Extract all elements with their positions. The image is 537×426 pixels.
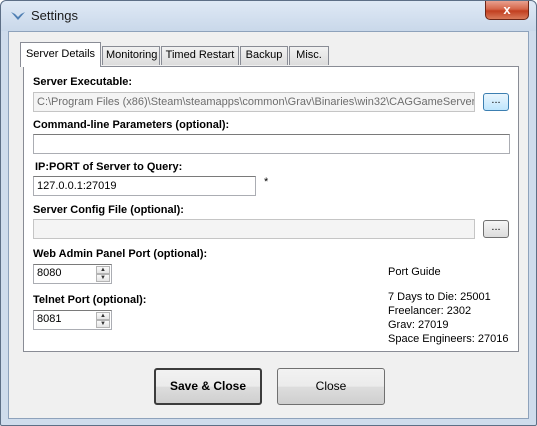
ipport-field[interactable]: 127.0.0.1:27019 — [33, 176, 256, 196]
port-guide-line: Space Engineers: 27016 — [388, 333, 509, 345]
spin-down-icon[interactable]: ▼ — [96, 320, 110, 328]
spin-up-icon[interactable]: ▲ — [96, 312, 110, 320]
save-close-button[interactable]: Save & Close — [154, 368, 262, 405]
telnet-port-value: 8081 — [37, 313, 62, 325]
tab-label: Monitoring — [106, 49, 158, 61]
close-icon: x — [503, 2, 511, 17]
config-browse-button[interactable]: ... — [483, 220, 509, 238]
tab-label: Backup — [245, 49, 283, 61]
server-details-panel: Server Executable: C:\Program Files (x86… — [23, 66, 519, 352]
port-guide-title: Port Guide — [388, 266, 441, 278]
config-label: Server Config File (optional): — [33, 204, 184, 216]
client-area: Server Details Monitoring Timed Restart … — [8, 31, 529, 419]
spin-up-icon[interactable]: ▲ — [96, 266, 110, 274]
tab-label: Server Details — [25, 48, 96, 60]
app-icon — [11, 12, 25, 20]
window-close-button[interactable]: x — [485, 1, 529, 20]
executable-label: Server Executable: — [33, 76, 133, 88]
tab-monitoring[interactable]: Monitoring — [102, 46, 160, 65]
port-guide-line: Freelancer: 2302 — [388, 305, 472, 317]
spin-down-icon[interactable]: ▼ — [96, 274, 110, 282]
webadmin-port-value: 8080 — [37, 267, 62, 279]
settings-window: Settings x Server Details Monitoring Tim… — [0, 0, 537, 426]
webadmin-port-stepper[interactable]: 8080 ▲ ▼ — [33, 264, 112, 284]
close-button[interactable]: Close — [277, 368, 385, 405]
port-guide-line: 7 Days to Die: 25001 — [388, 291, 491, 303]
tab-server-details[interactable]: Server Details — [20, 42, 101, 67]
telnet-port-stepper[interactable]: 8081 ▲ ▼ — [33, 310, 112, 330]
tab-label: Misc. — [296, 49, 322, 61]
telnet-label: Telnet Port (optional): — [33, 294, 147, 306]
executable-field[interactable]: C:\Program Files (x86)\Steam\steamapps\c… — [33, 92, 475, 112]
tab-label: Timed Restart — [165, 49, 235, 61]
required-marker: * — [264, 176, 269, 188]
config-field[interactable] — [33, 219, 475, 239]
port-guide-line: Grav: 27019 — [388, 319, 449, 331]
ipport-label: IP:PORT of Server to Query: — [35, 161, 183, 173]
tab-backup[interactable]: Backup — [240, 46, 288, 65]
cmdline-field[interactable] — [33, 134, 510, 154]
tab-timed-restart[interactable]: Timed Restart — [161, 46, 239, 65]
webadmin-label: Web Admin Panel Port (optional): — [33, 248, 208, 260]
title-bar[interactable]: Settings x — [1, 1, 536, 31]
window-title: Settings — [31, 8, 78, 23]
tab-misc[interactable]: Misc. — [289, 46, 329, 65]
cmdline-label: Command-line Parameters (optional): — [33, 119, 230, 131]
executable-browse-button[interactable]: ... — [483, 93, 509, 111]
